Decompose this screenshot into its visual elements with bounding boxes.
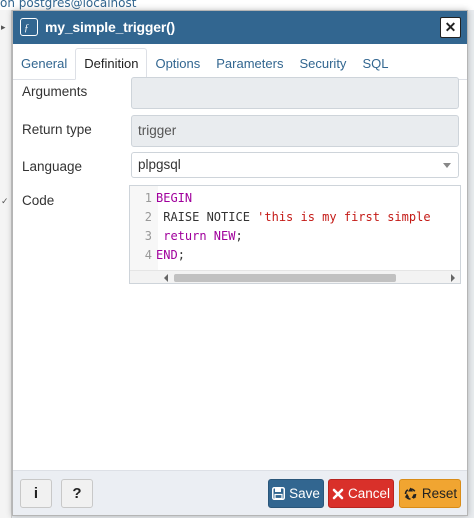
tab-label: General — [21, 56, 68, 71]
tab-sql[interactable]: SQL — [354, 47, 396, 79]
function-icon: ƒ — [20, 18, 38, 36]
save-button[interactable]: Save — [268, 479, 324, 508]
tab-general[interactable]: General — [13, 47, 75, 79]
dialog-footer: i ? Save Cancel Reset — [13, 470, 467, 515]
recycle-icon — [404, 487, 417, 500]
arguments-label: Arguments — [22, 84, 88, 99]
svg-text:ƒ: ƒ — [24, 23, 29, 33]
code-line: 1 BEGIN — [130, 189, 460, 208]
code-line: 4 END; — [130, 246, 460, 265]
code-keyword: END — [156, 248, 178, 262]
info-button[interactable]: i — [20, 479, 52, 508]
background-check-icon: ✓ — [1, 196, 9, 206]
line-number: 4 — [144, 248, 152, 262]
line-number: 2 — [144, 210, 152, 224]
code-label: Code — [22, 193, 55, 208]
scroll-right-icon[interactable] — [451, 274, 455, 282]
background-connection-text: on postgres@localhost — [0, 0, 137, 10]
code-text: RAISE NOTICE — [156, 210, 258, 224]
dialog-titlebar[interactable]: ƒ my_simple_trigger() ✕ — [13, 11, 467, 44]
save-icon — [272, 487, 286, 500]
return-type-label: Return type — [22, 122, 92, 137]
code-keyword: return — [156, 229, 214, 243]
chevron-down-icon — [443, 163, 451, 168]
code-keyword: NEW — [213, 229, 236, 243]
language-select[interactable]: plpgsql — [131, 152, 459, 178]
close-icon — [332, 488, 344, 499]
tab-definition[interactable]: Definition — [75, 48, 148, 80]
background-caret-icon: ▸ — [1, 22, 6, 32]
tab-security[interactable]: Security — [291, 47, 354, 79]
help-icon: ? — [72, 485, 82, 502]
cancel-button[interactable]: Cancel — [328, 479, 394, 508]
code-text: ; — [235, 229, 243, 243]
background-app: on postgres@localhost — [0, 0, 474, 10]
code-editor[interactable]: 1 BEGIN 2 RAISE NOTICE 'this is my first … — [129, 185, 461, 284]
line-number: 3 — [144, 229, 152, 243]
background-sidebar: ▸ ✓ — [0, 10, 12, 518]
tab-label: Security — [299, 56, 347, 71]
tab-options[interactable]: Options — [147, 47, 208, 79]
reset-button[interactable]: Reset — [399, 479, 461, 508]
horizontal-scrollbar[interactable] — [130, 270, 460, 283]
scrollbar-thumb[interactable] — [174, 274, 396, 282]
save-label: Save — [289, 486, 320, 501]
cancel-label: Cancel — [347, 486, 391, 501]
line-number: 1 — [144, 191, 152, 205]
tab-parameters[interactable]: Parameters — [208, 47, 291, 79]
dialog-title: my_simple_trigger() — [45, 19, 176, 35]
language-label: Language — [22, 159, 83, 174]
tab-label: SQL — [362, 56, 389, 71]
code-line: 3 return NEW; — [130, 227, 460, 246]
arguments-field[interactable] — [131, 77, 459, 109]
tab-label: Parameters — [216, 56, 284, 71]
function-dialog: ƒ my_simple_trigger() ✕ General Definiti… — [12, 10, 468, 516]
scroll-left-icon[interactable] — [164, 274, 168, 282]
close-button[interactable]: ✕ — [440, 17, 461, 38]
code-line: 2 RAISE NOTICE 'this is my first simple — [130, 208, 460, 227]
return-type-field[interactable]: trigger — [131, 115, 459, 147]
help-button[interactable]: ? — [61, 479, 93, 508]
code-string: 'this is my first simple — [257, 210, 431, 224]
reset-label: Reset — [421, 486, 458, 501]
tab-bar: General Definition Options Parameters Se… — [13, 44, 467, 80]
info-icon: i — [33, 485, 39, 502]
tab-label: Options — [155, 56, 201, 71]
language-value: plpgsql — [138, 157, 181, 172]
tab-label: Definition — [84, 56, 139, 71]
code-keyword: BEGIN — [156, 191, 193, 205]
code-text: ; — [177, 248, 185, 262]
close-icon: ✕ — [444, 19, 457, 35]
